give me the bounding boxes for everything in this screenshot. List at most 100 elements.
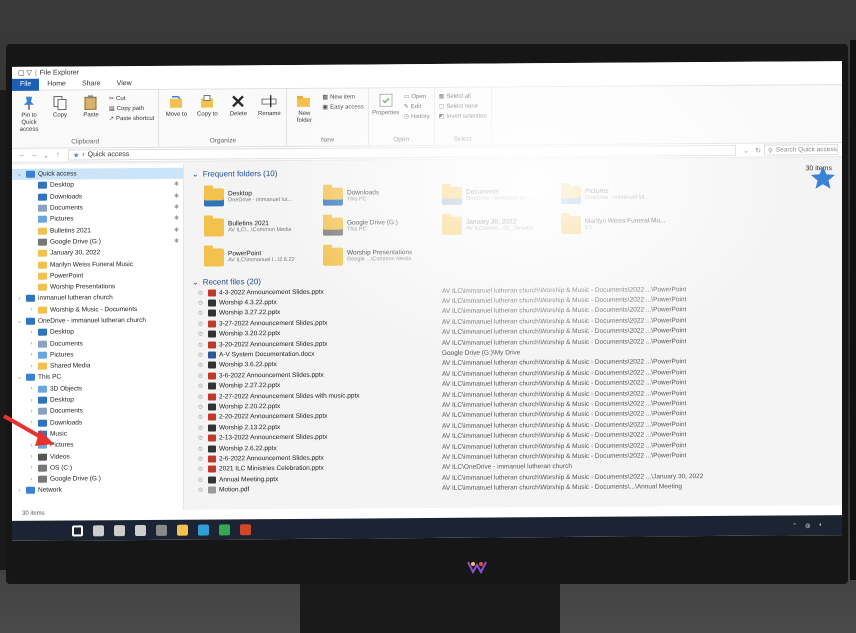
recent-file-path: AV ILC\immanuel lutheran church\Worship … [442, 420, 687, 430]
taskbar-task-view-icon[interactable] [135, 524, 146, 536]
folder-icon [204, 218, 224, 237]
refresh-icon[interactable]: ↻ [752, 146, 764, 154]
frequent-folder-tile[interactable]: Pictures OneDrive - immanuel lut... [561, 182, 676, 207]
frequent-folders-header[interactable]: ⌄ Frequent folders (10) [192, 163, 834, 179]
address-dropdown-chevron-icon[interactable]: ⌄ [740, 146, 752, 154]
expand-chevron-icon[interactable]: ⌄ [16, 374, 23, 381]
copy-path-button[interactable]: ▤ Copy path [109, 105, 154, 112]
paste-button[interactable]: Paste [78, 92, 104, 119]
taskbar-powerpoint-icon[interactable] [240, 523, 251, 535]
select-all-button[interactable]: ▦ Select all [439, 93, 487, 100]
expand-chevron-icon[interactable]: › [28, 307, 35, 313]
folder-icon [38, 385, 47, 393]
frequent-folder-tile[interactable]: Worship Presentations Google ...\Common M… [323, 244, 438, 269]
expand-chevron-icon[interactable]: › [28, 330, 35, 336]
frequent-folder-tile[interactable]: Documents OneDrive - immanuel lut... [442, 183, 557, 208]
frequent-folder-tile[interactable]: Desktop OneDrive - immanuel lut... [204, 185, 319, 210]
recent-file-path: Google Drive (G:)\My Drive [442, 349, 521, 357]
address-bar[interactable]: ★ › Quick access [68, 144, 736, 161]
recent-file-path: AV ILC\immanuel lutheran church\Worship … [442, 431, 687, 441]
frequent-folder-tile[interactable]: PowerPoint AV ILC\immanuel l...\2.6.22 [204, 245, 319, 270]
ribbon-tab-file[interactable]: File [12, 78, 40, 91]
frequent-folder-tile[interactable]: January 30, 2022 AV ILC\imma...\01_Januar… [442, 213, 557, 238]
screen: ▢ ▽ | File Explorer File Home Share View Pi… [12, 61, 842, 541]
pinned-icon: ✱ [173, 216, 179, 223]
edit-button[interactable]: ✎ Edit [404, 103, 430, 111]
frequent-folder-tile[interactable]: Downloads This PC [323, 184, 438, 209]
folder-location: E:\ [585, 224, 592, 231]
forward-arrow-icon[interactable]: → [28, 152, 40, 159]
pin-to-quick-access-button[interactable]: Pin to Quick access [16, 93, 42, 134]
invert-selection-button[interactable]: ◩ Invert selection [439, 113, 487, 120]
taskbar-edge-icon[interactable] [198, 524, 209, 536]
move-to-button[interactable]: Move to [163, 92, 189, 119]
expand-chevron-icon[interactable]: › [28, 341, 35, 347]
expand-chevron-icon[interactable]: › [16, 488, 23, 494]
frequent-folder-tile[interactable]: Marilyn Weiss Funeral Mu... E:\ [561, 212, 676, 237]
rename-button[interactable]: Rename [256, 91, 282, 118]
tray-icon[interactable]: ⌃ [792, 522, 797, 529]
expand-chevron-icon[interactable]: › [28, 363, 35, 369]
search-box[interactable]: ⚲ Search Quick access [764, 144, 838, 156]
taskbar-chrome-icon[interactable] [219, 523, 230, 535]
network-icon[interactable]: ◍ [805, 522, 810, 529]
paste-shortcut-button[interactable]: ↗ Paste shortcut [109, 115, 154, 122]
copy-button[interactable]: Copy [47, 92, 73, 119]
recent-locations-chevron-icon[interactable]: ⌄ [40, 151, 52, 159]
move-to-icon [170, 95, 183, 108]
folder-icon [38, 306, 47, 314]
expand-chevron-icon[interactable]: ⌄ [16, 318, 23, 325]
expand-chevron-icon[interactable]: › [28, 454, 35, 460]
nav-item-label: Pictures [50, 215, 74, 223]
expand-chevron-icon[interactable]: › [28, 465, 35, 471]
expand-chevron-icon[interactable]: › [28, 397, 35, 403]
taskbar-search-icon[interactable] [93, 524, 104, 536]
expand-chevron-icon[interactable]: › [28, 386, 35, 392]
pinned-icon: ✱ [173, 182, 179, 189]
ribbon-tab-share[interactable]: Share [74, 78, 109, 90]
breadcrumb-quick-access[interactable]: Quick access [88, 151, 130, 158]
frequent-folder-tile[interactable]: Google Drive (G:) This PC [323, 214, 438, 239]
new-item-button[interactable]: ▦ New item [322, 93, 363, 101]
expand-chevron-icon[interactable]: › [16, 296, 23, 302]
recent-file-name: Worship 2.27.22.pptx [219, 382, 281, 390]
history-button[interactable]: ◷ History [404, 113, 430, 120]
new-folder-button[interactable]: New folder [291, 91, 317, 125]
properties-button[interactable]: Properties [372, 90, 399, 117]
select-none-button[interactable]: ▢ Select none [439, 103, 487, 110]
easy-access-button[interactable]: ▣ Easy access [322, 103, 363, 111]
copy-to-button[interactable]: Copy to [194, 91, 220, 118]
ribbon-tab-home[interactable]: Home [39, 78, 74, 90]
select-all-icon: ▦ [438, 93, 445, 100]
taskbar-cortana-icon[interactable] [114, 524, 125, 536]
folder-icon [442, 216, 462, 235]
collapse-chevron-icon[interactable]: ⌄ [192, 277, 199, 286]
content-pane: ⌄ Frequent folders (10) 30 items Desktop… [184, 159, 842, 520]
taskbar-start-icon[interactable] [72, 524, 83, 536]
expand-chevron-icon[interactable]: ⌄ [16, 171, 23, 178]
quick-access-toolbar-icons[interactable]: ▢ ▽ [18, 69, 32, 77]
nav-item[interactable]: › Network [12, 484, 183, 496]
expand-chevron-icon[interactable]: › [28, 476, 35, 482]
back-arrow-icon[interactable]: ← [16, 152, 28, 159]
sync-status-icon: ⊙ [198, 487, 204, 494]
up-arrow-icon[interactable]: ↑ [52, 152, 64, 159]
cut-button[interactable]: ✂ Cut [109, 95, 154, 103]
taskbar-file-explorer-icon[interactable] [177, 524, 188, 536]
taskbar-dell-icon[interactable] [156, 524, 167, 536]
collapse-chevron-icon[interactable]: ⌄ [192, 169, 199, 178]
expand-chevron-icon[interactable]: › [28, 352, 35, 358]
volume-icon[interactable]: ◖ [818, 522, 822, 529]
folder-icon [38, 249, 47, 257]
folder-icon [26, 170, 35, 178]
open-button[interactable]: ▭ Open [404, 93, 430, 101]
ribbon-tab-view[interactable]: View [109, 78, 140, 90]
history-icon: ◷ [403, 114, 409, 121]
nav-item-label: Downloads [50, 193, 83, 201]
frequent-folder-tile[interactable]: Bulletins 2021 AV ILC\...\Common Media [204, 215, 319, 240]
system-tray: ⌃ ◍ ◖ [792, 522, 822, 529]
delete-button[interactable]: Delete [225, 91, 251, 118]
nav-item-label: Quick access [38, 170, 77, 178]
nav-item-label: Documents [50, 204, 83, 212]
recent-file-path: AV ILC\immanuel lutheran church\Worship … [442, 389, 687, 399]
